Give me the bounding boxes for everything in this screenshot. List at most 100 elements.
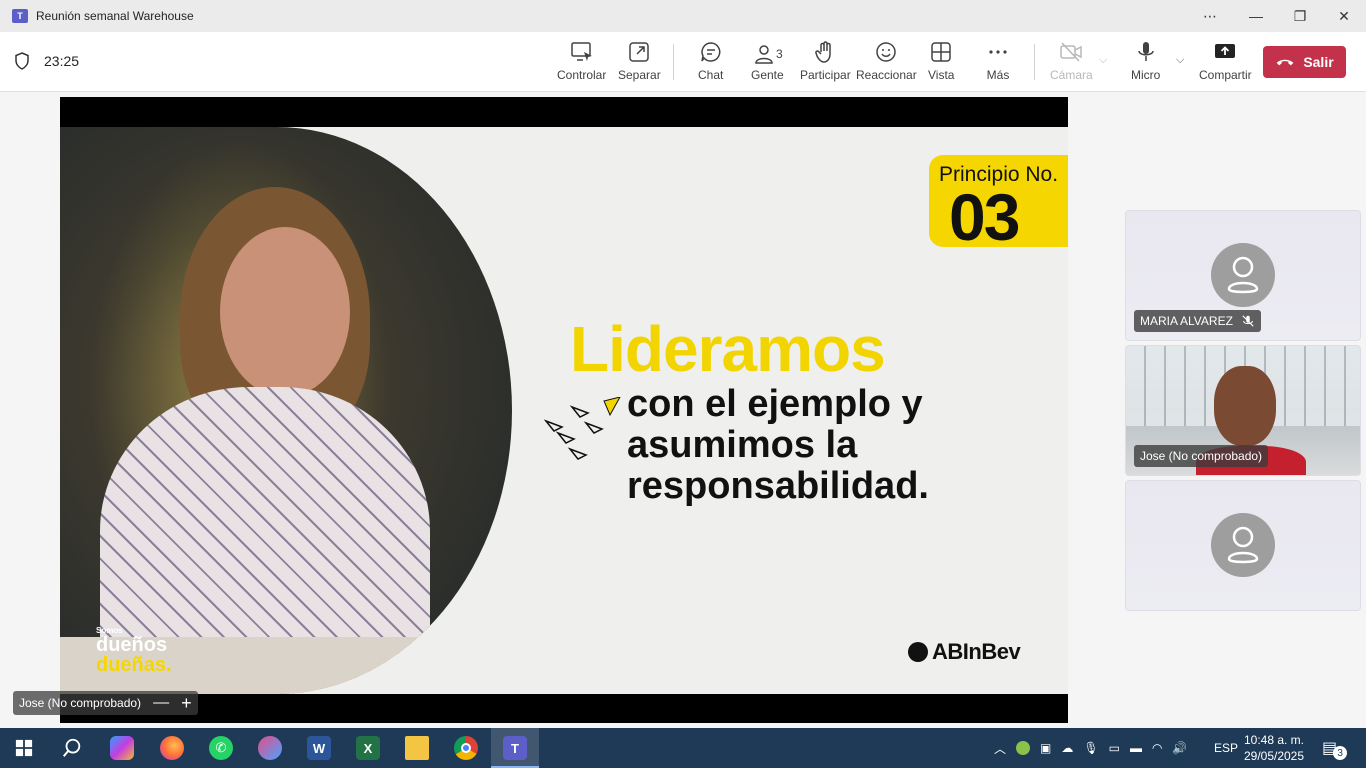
windows-taskbar: ✆ W X T ︿ ▣ ☁ 🎙 ▭ ▬ ◠ 🔊 ESP 10:48 a. m. …: [0, 728, 1366, 768]
people-button[interactable]: 3 Gente: [751, 40, 784, 82]
meeting-stage: Somos dueños dueñas. Principio No. 03 Li…: [0, 93, 1366, 728]
maximize-icon[interactable]: ❐: [1278, 0, 1322, 32]
share-label: Compartir: [1199, 68, 1252, 82]
participant-name-label: Jose (No comprobado): [1134, 445, 1269, 467]
microphone-tray-icon[interactable]: 🎙: [1083, 741, 1098, 755]
popout-button[interactable]: Separar: [618, 40, 661, 82]
windows-start-icon: [15, 739, 33, 757]
title-bar: T Reunión semanal Warehouse ⋯ — ❐ ✕: [0, 0, 1366, 32]
show-hidden-icons-icon[interactable]: ︿: [994, 740, 1006, 757]
brand-line-3: dueñas.: [96, 654, 172, 676]
brand-line-2: dueños: [96, 634, 168, 656]
abinbev-mark-icon: [908, 642, 928, 662]
system-tray: ︿ ▣ ☁ 🎙 ▭ ▬ ◠ 🔊: [994, 728, 1187, 768]
participant-tile[interactable]: Jose (No comprobado): [1125, 345, 1361, 476]
participant-name: Jose (No comprobado): [1140, 449, 1263, 463]
chat-button[interactable]: Chat: [698, 40, 723, 82]
control-button[interactable]: Controlar: [557, 40, 606, 82]
camera-off-icon: [1060, 42, 1083, 62]
raise-hand-button[interactable]: Participar: [800, 40, 851, 82]
word-button[interactable]: W: [295, 728, 343, 768]
chat-label: Chat: [698, 68, 724, 82]
onedrive-icon[interactable]: ☁: [1061, 741, 1073, 755]
toolbar-divider: [673, 44, 674, 80]
search-icon: [62, 738, 81, 757]
react-button[interactable]: Reaccionar: [856, 40, 917, 82]
snipping-tool-button[interactable]: [246, 728, 294, 768]
volume-icon[interactable]: 🔊: [1172, 741, 1187, 755]
language-indicator[interactable]: ESP: [1214, 728, 1238, 768]
meeting-timer: 23:25: [14, 52, 79, 70]
leave-label: Salir: [1303, 54, 1334, 70]
whatsapp-button[interactable]: ✆: [197, 728, 245, 768]
firefox-button[interactable]: [148, 728, 196, 768]
notifications-button[interactable]: ▤ 3: [1322, 728, 1348, 768]
slide-headline: Lideramos: [570, 313, 886, 385]
slide-body-line-2: asumimos la: [627, 424, 858, 466]
clock[interactable]: 10:48 a. m. 29/05/2025: [1238, 732, 1310, 764]
view-button[interactable]: Vista: [928, 40, 954, 82]
share-button[interactable]: Compartir: [1199, 40, 1252, 82]
meet-now-icon[interactable]: ▣: [1040, 741, 1051, 755]
language-text: ESP: [1214, 741, 1239, 755]
people-icon: [755, 45, 773, 64]
abinbev-logo-text: ABInBev: [932, 639, 1021, 664]
slide-photo: [60, 127, 512, 694]
participant-tile[interactable]: [1125, 480, 1361, 611]
avatar: [1211, 513, 1275, 577]
search-button[interactable]: [48, 728, 96, 768]
zoom-in-icon[interactable]: +: [181, 693, 192, 714]
camera-label: Cámara: [1050, 68, 1093, 82]
meeting-toolbar: 23:25 Controlar Separar Chat 3 Gente Par…: [0, 32, 1366, 92]
chat-icon: [700, 42, 721, 62]
view-icon: [931, 42, 951, 62]
mic-button[interactable]: Micro: [1131, 40, 1160, 82]
control-icon: [570, 42, 592, 61]
share-icon: [1215, 44, 1236, 58]
slide-body-line-3: responsabilidad.: [627, 465, 929, 507]
raise-hand-label: Participar: [800, 68, 851, 82]
more-options-icon[interactable]: ⋯: [1188, 0, 1232, 32]
battery-icon[interactable]: ▬: [1130, 741, 1142, 755]
raise-hand-icon: [815, 41, 832, 63]
participant-tile[interactable]: MARIA ALVAREZ: [1125, 210, 1361, 341]
mic-options-chevron-icon[interactable]: ⌵: [1176, 54, 1184, 67]
leave-button[interactable]: Salir: [1263, 46, 1346, 78]
somos-duenos-logo: Somos dueños dueñas.: [96, 627, 172, 676]
teams-logo-icon: T: [12, 9, 28, 23]
notifications-count: 3: [1333, 746, 1348, 760]
mic-muted-icon: [1242, 315, 1254, 327]
close-icon[interactable]: ✕: [1322, 0, 1366, 32]
presentation-slide: Somos dueños dueñas. Principio No. 03 Li…: [60, 127, 1068, 694]
slide-body-text: con el ejemplo y asumimos la responsabil…: [627, 384, 929, 507]
display-icon[interactable]: ▭: [1109, 741, 1120, 755]
clock-date: 29/05/2025: [1243, 749, 1305, 763]
view-label: Vista: [928, 68, 955, 82]
copilot-button[interactable]: [98, 728, 146, 768]
minimize-icon[interactable]: —: [1234, 0, 1278, 32]
chrome-button[interactable]: [442, 728, 490, 768]
word-icon: W: [307, 736, 331, 760]
tray-app-icon[interactable]: [1016, 741, 1031, 755]
excel-button[interactable]: X: [344, 728, 392, 768]
shared-screen: Somos dueños dueñas. Principio No. 03 Li…: [60, 97, 1068, 723]
file-explorer-button[interactable]: [393, 728, 441, 768]
more-button[interactable]: Más: [986, 40, 1010, 82]
zoom-out-icon[interactable]: —: [153, 694, 169, 712]
teams-button[interactable]: T: [491, 728, 539, 768]
window-title: Reunión semanal Warehouse: [36, 9, 194, 23]
teams-icon: T: [503, 736, 527, 760]
paper-planes-icon: [544, 397, 621, 460]
camera-button[interactable]: Cámara: [1050, 40, 1093, 82]
avatar: [1211, 243, 1275, 307]
camera-options-chevron-icon[interactable]: ⌵: [1099, 54, 1107, 67]
start-button[interactable]: [0, 728, 48, 768]
wifi-icon[interactable]: ◠: [1152, 741, 1162, 755]
people-label: Gente: [751, 68, 784, 82]
more-icon: [989, 50, 1007, 54]
popout-label: Separar: [618, 68, 661, 82]
mic-icon: [1137, 42, 1154, 61]
chrome-icon: [454, 736, 478, 760]
popout-icon: [629, 42, 650, 62]
react-icon: [876, 42, 897, 62]
